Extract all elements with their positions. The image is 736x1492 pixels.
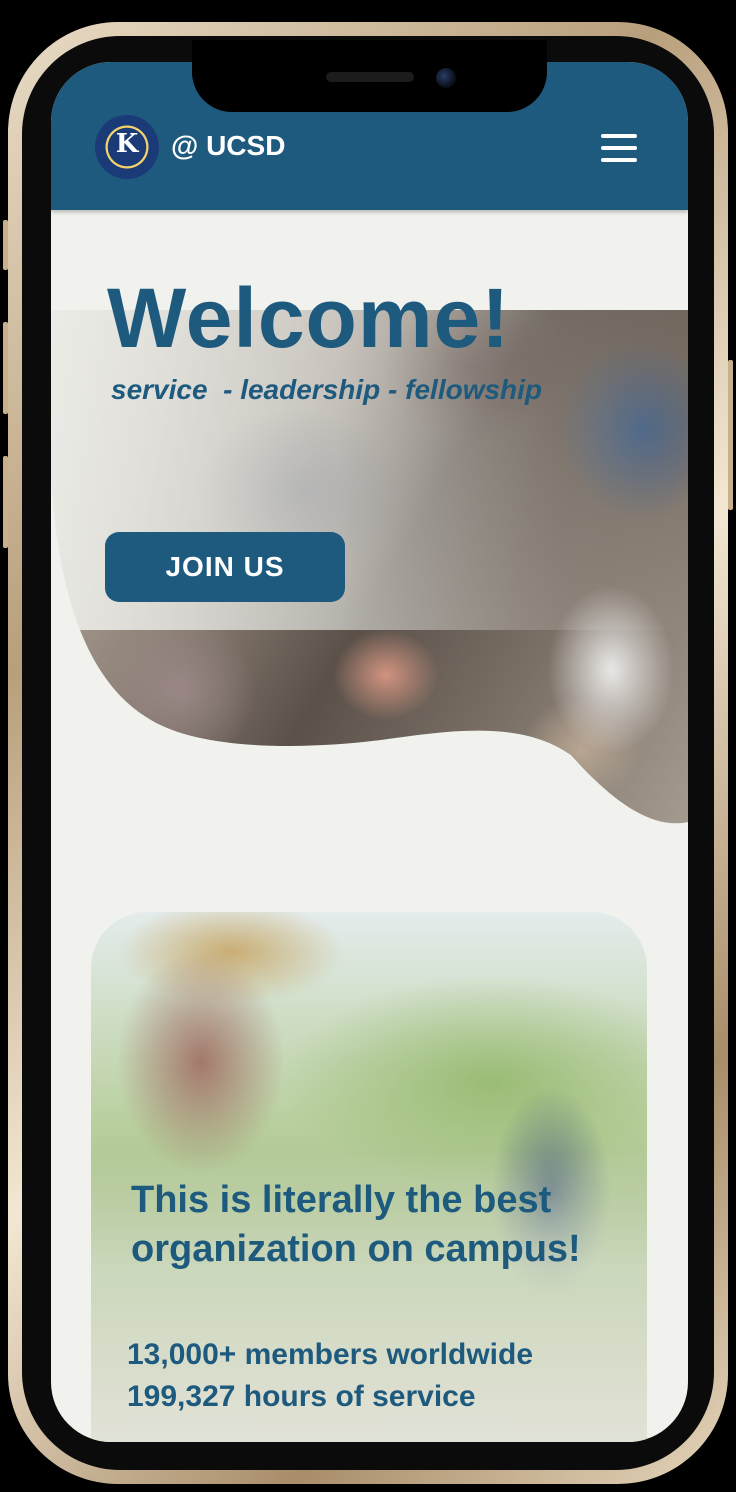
mute-switch <box>3 220 8 270</box>
earpiece-speaker <box>326 72 414 82</box>
logo-letter: K <box>115 129 139 159</box>
stat-hours: 199,327 hours of service <box>127 1380 476 1413</box>
screen: K @ UCSD Welcome! service - leadership -… <box>51 62 688 1442</box>
hero-title: Welcome! <box>107 271 511 365</box>
brand-name[interactable]: @ UCSD <box>171 130 285 162</box>
volume-up-button <box>3 322 8 414</box>
hero-tagline: service - leadership - fellowship <box>111 374 543 405</box>
join-us-button[interactable]: JOIN US <box>105 532 345 602</box>
stat-members: 13,000+ members worldwide <box>127 1338 534 1371</box>
testimonial-card: This is literally the best organization … <box>91 912 647 1442</box>
power-button <box>728 360 733 510</box>
volume-down-button <box>3 456 8 548</box>
front-camera <box>436 68 456 88</box>
circle-k-logo[interactable]: K <box>95 115 159 179</box>
hamburger-menu-icon[interactable] <box>601 134 637 162</box>
testimonial-quote: This is literally the best organization … <box>131 1179 581 1270</box>
